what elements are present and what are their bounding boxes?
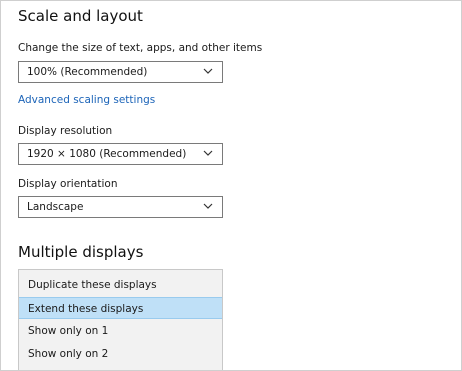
advanced-scaling-link[interactable]: Advanced scaling settings xyxy=(18,94,155,106)
scale-layout-heading: Scale and layout xyxy=(18,7,143,25)
size-label: Change the size of text, apps, and other… xyxy=(18,42,263,54)
resolution-dropdown-value: 1920 × 1080 (Recommended) xyxy=(27,148,187,160)
scale-dropdown[interactable]: 100% (Recommended) xyxy=(18,61,223,83)
list-item-show-only-2[interactable]: Show only on 2 xyxy=(19,343,222,365)
multiple-displays-heading: Multiple displays xyxy=(18,243,144,261)
orientation-dropdown[interactable]: Landscape xyxy=(18,196,223,218)
resolution-dropdown[interactable]: 1920 × 1080 (Recommended) xyxy=(18,143,223,165)
orientation-dropdown-value: Landscape xyxy=(27,201,84,213)
list-item-label: Show only on 2 xyxy=(28,348,109,360)
chevron-down-icon xyxy=(203,68,213,74)
list-item-label: Duplicate these displays xyxy=(28,279,157,291)
list-item-label: Extend these displays xyxy=(28,303,144,315)
display-settings-panel: Scale and layout Change the size of text… xyxy=(0,0,462,371)
chevron-down-icon xyxy=(203,203,213,209)
list-item-label: Show only on 1 xyxy=(28,325,109,337)
list-item-duplicate[interactable]: Duplicate these displays xyxy=(19,274,222,296)
list-item-show-only-1[interactable]: Show only on 1 xyxy=(19,320,222,342)
orientation-label: Display orientation xyxy=(18,178,118,190)
resolution-label: Display resolution xyxy=(18,125,113,137)
scale-dropdown-value: 100% (Recommended) xyxy=(27,66,148,78)
chevron-down-icon xyxy=(203,150,213,156)
list-item-extend[interactable]: Extend these displays xyxy=(19,297,222,319)
multiple-displays-list[interactable]: Duplicate these displays Extend these di… xyxy=(18,269,223,370)
